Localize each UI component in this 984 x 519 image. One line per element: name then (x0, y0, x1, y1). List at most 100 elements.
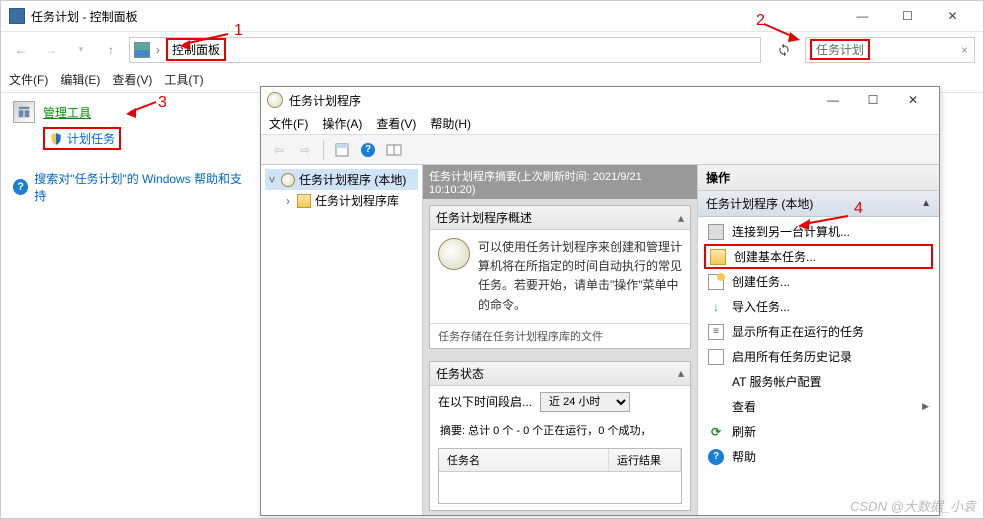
action-refresh[interactable]: ⟳ 刷新 (698, 419, 939, 444)
actions-header: 操作 (698, 165, 939, 191)
toolbar-separator (323, 140, 324, 160)
action-help-label: 帮助 (732, 448, 756, 465)
ts-tree-pane: ˅ 任务计划程序 (本地) › 任务计划程序库 (261, 165, 423, 515)
close-button[interactable]: ✕ (930, 1, 975, 31)
menu-edit[interactable]: 编辑(E) (60, 71, 100, 88)
ts-titlebar: 任务计划程序 — ☐ ✕ (261, 87, 939, 113)
history-icon (708, 349, 724, 365)
maximize-button[interactable]: ☐ (885, 1, 930, 31)
action-import[interactable]: 导入任务... (698, 294, 939, 319)
collapse-caret-icon[interactable]: ▴ (678, 366, 684, 380)
action-connect[interactable]: 连接到另一台计算机... (698, 219, 939, 244)
windows-help-link[interactable]: ? 搜索对"任务计划"的 Windows 帮助和支持 (13, 170, 243, 204)
breadcrumb-control-panel[interactable]: 控制面板 (166, 38, 226, 61)
tb-back-button[interactable]: ⇦ (267, 138, 291, 162)
ts-actions-pane: 操作 任务计划程序 (本地) ▲ 连接到另一台计算机... 创建基本任务... (697, 165, 939, 515)
action-create[interactable]: 创建任务... (698, 269, 939, 294)
watermark: CSDN @大数据_小袁 (850, 496, 976, 515)
status-period-select[interactable]: 近 24 小时 (540, 392, 630, 412)
center-header: 任务计划程序摘要(上次刷新时间: 2021/9/21 10:10:20) (423, 165, 697, 199)
action-refresh-label: 刷新 (732, 423, 756, 440)
action-create-basic[interactable]: 创建基本任务... (706, 246, 931, 267)
admin-tools-label: 管理工具 (43, 104, 91, 121)
new-task-icon (710, 249, 726, 265)
collapse-caret-icon[interactable]: ▴ (678, 211, 684, 225)
action-create-basic-label: 创建基本任务... (734, 248, 816, 265)
address-bar[interactable]: › 控制面板 (129, 37, 761, 63)
status-summary: 摘要: 总计 0 个 - 0 个正在运行，0 个成功， (430, 418, 690, 442)
menu-file[interactable]: 文件(F) (9, 71, 48, 88)
cp-left-pane: 管理工具 计划任务 ? 搜索对"任务计划"的 Windows 帮助和支持 (1, 93, 255, 518)
action-show-running[interactable]: 显示所有正在运行的任务 (698, 319, 939, 344)
overview-cut: 任务存储在任务计划程序库的文件 (430, 323, 690, 348)
ts-menu-action[interactable]: 操作(A) (322, 115, 362, 132)
status-period-label: 在以下时间段启... (438, 393, 532, 410)
folder-icon (297, 194, 311, 208)
tree-library[interactable]: › 任务计划程序库 (265, 190, 418, 211)
tree-root[interactable]: ˅ 任务计划程序 (本地) (265, 169, 418, 190)
action-at-service[interactable]: AT 服务帐户配置 (698, 369, 939, 394)
tb-help-button[interactable]: ? (356, 138, 380, 162)
task-list: 任务名 运行结果 (438, 448, 682, 504)
back-button[interactable]: ← (9, 38, 33, 62)
collapse-up-icon[interactable]: ▲ (921, 198, 931, 209)
list-icon (708, 324, 724, 340)
recent-button[interactable]: ▾ (69, 38, 93, 62)
schedule-tasks-link[interactable]: 计划任务 (43, 127, 121, 150)
ts-menubar: 文件(F) 操作(A) 查看(V) 帮助(H) (261, 113, 939, 135)
admin-tools-link[interactable]: 管理工具 (13, 101, 243, 123)
expand-icon[interactable]: › (283, 194, 293, 208)
collapse-icon[interactable]: ˅ (267, 173, 277, 187)
minimize-button[interactable]: — (840, 1, 885, 31)
tree-library-label: 任务计划程序库 (315, 192, 399, 209)
action-at-service-label: AT 服务帐户配置 (732, 373, 822, 390)
schedule-tasks-label: 计划任务 (67, 130, 115, 147)
ts-center-pane: 任务计划程序摘要(上次刷新时间: 2021/9/21 10:10:20) 任务计… (423, 165, 697, 515)
action-enable-history[interactable]: 启用所有任务历史记录 (698, 344, 939, 369)
shield-icon (49, 132, 63, 146)
cp-app-icon (9, 8, 25, 24)
ts-close-button[interactable]: ✕ (893, 89, 933, 111)
clock-icon (438, 238, 470, 270)
ts-menu-view[interactable]: 查看(V) (376, 115, 416, 132)
overview-title: 任务计划程序概述 (436, 209, 532, 226)
blank-icon (708, 374, 724, 390)
refresh-icon (777, 43, 791, 57)
cp-navbar: ← → ▾ ↑ › 控制面板 任务计划 × (1, 31, 983, 67)
ts-menu-help[interactable]: 帮助(H) (430, 115, 471, 132)
status-title: 任务状态 (436, 365, 484, 382)
network-icon (708, 224, 724, 240)
refresh-button[interactable] (767, 37, 799, 63)
control-panel-icon (134, 42, 150, 58)
col-task-name[interactable]: 任务名 (439, 449, 609, 471)
menu-tools[interactable]: 工具(T) (164, 71, 203, 88)
clear-search-icon[interactable]: × (961, 43, 968, 57)
up-button[interactable]: ↑ (99, 38, 123, 62)
new-doc-icon (708, 274, 724, 290)
actions-context-label: 任务计划程序 (本地) (706, 195, 813, 212)
chevron-right-icon: › (154, 43, 162, 57)
overview-panel: 任务计划程序概述 ▴ 可以使用任务计划程序来创建和管理计算机将在所指定的时间自动… (429, 205, 691, 349)
refresh-icon: ⟳ (708, 424, 724, 440)
action-help[interactable]: ? 帮助 (698, 444, 939, 469)
ts-maximize-button[interactable]: ☐ (853, 89, 893, 111)
ts-minimize-button[interactable]: — (813, 89, 853, 111)
tb-view-button[interactable] (382, 138, 406, 162)
col-run-result[interactable]: 运行结果 (609, 449, 681, 471)
search-box[interactable]: 任务计划 × (805, 37, 975, 63)
menu-view[interactable]: 查看(V) (112, 71, 152, 88)
tree-root-label: 任务计划程序 (本地) (299, 171, 406, 188)
action-connect-label: 连接到另一台计算机... (732, 223, 850, 240)
tb-properties-button[interactable] (330, 138, 354, 162)
action-view[interactable]: 查看 ▶ (698, 394, 939, 419)
tb-forward-button[interactable]: ⇨ (293, 138, 317, 162)
scheduler-root-icon (281, 173, 295, 187)
help-icon: ? (13, 179, 28, 195)
action-show-running-label: 显示所有正在运行的任务 (732, 323, 864, 340)
forward-button[interactable]: → (39, 38, 63, 62)
overview-text: 可以使用任务计划程序来创建和管理计算机将在所指定的时间自动执行的常见任务。若要开… (478, 238, 682, 315)
action-view-label: 查看 (732, 398, 756, 415)
ts-menu-file[interactable]: 文件(F) (269, 115, 308, 132)
help-text: 搜索对"任务计划"的 Windows 帮助和支持 (34, 170, 243, 204)
action-enable-history-label: 启用所有任务历史记录 (732, 348, 852, 365)
